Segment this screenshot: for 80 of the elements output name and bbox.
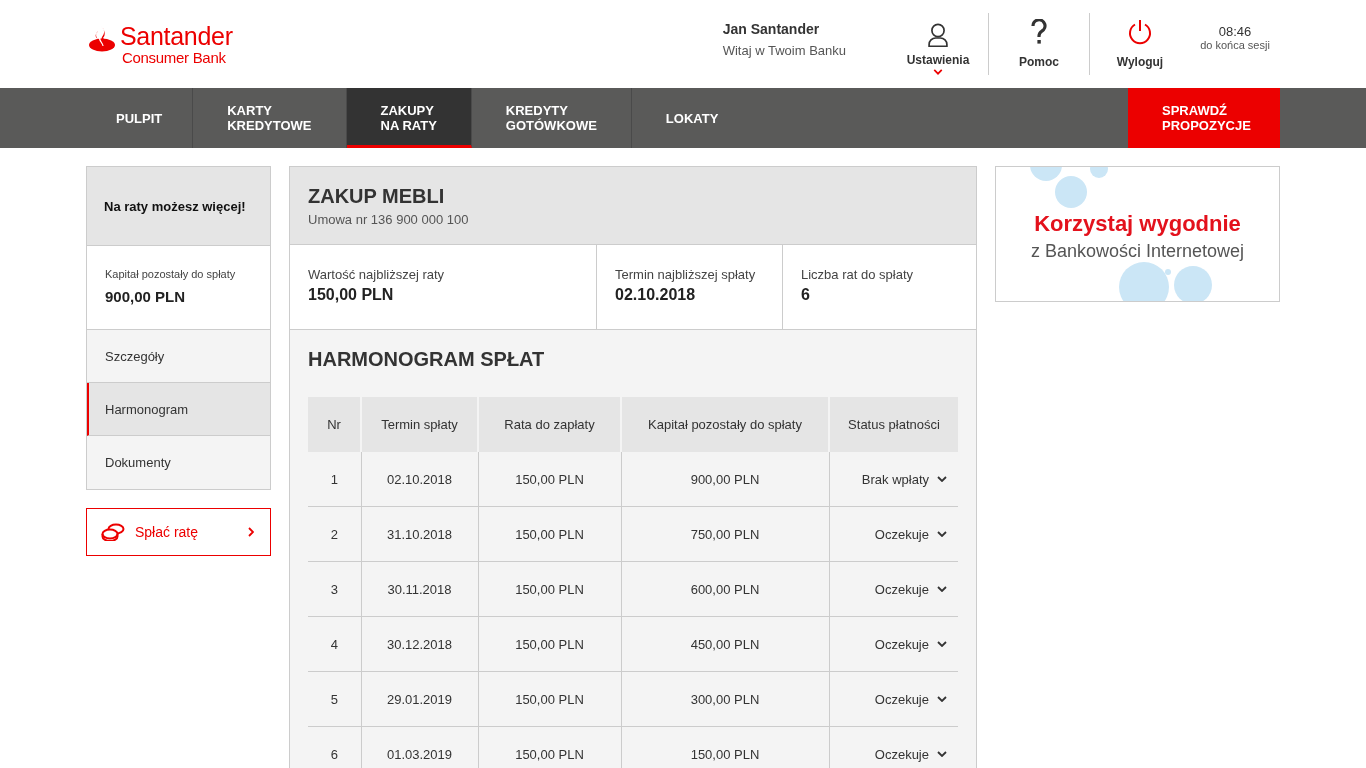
- nav-tab[interactable]: KARTY KREDYTOWE: [193, 88, 347, 148]
- logo-subtitle: Consumer Bank: [122, 48, 227, 66]
- table-cell: 150,00 PLN: [478, 671, 621, 727]
- logout-button[interactable]: Wyloguj: [1090, 13, 1190, 75]
- table-cell: 600,00 PLN: [621, 561, 829, 617]
- help-button[interactable]: Pomoc: [989, 13, 1089, 75]
- table-cell: 150,00 PLN: [478, 506, 621, 562]
- table-cell: 150,00 PLN: [478, 561, 621, 617]
- table-cell: 29.01.2019: [361, 671, 478, 727]
- logo-wordmark: Santander: [120, 22, 233, 49]
- sidebar-item[interactable]: Szczegóły: [87, 330, 270, 383]
- table-cell: 150,00 PLN: [478, 452, 621, 507]
- ad-subline: z Bankowości Internetowej: [1030, 240, 1245, 262]
- contract-title: ZAKUP MEBLI: [308, 185, 446, 208]
- table-cell: 6: [308, 726, 361, 768]
- nav-tab[interactable]: LOKATY: [631, 88, 753, 148]
- nav-tab[interactable]: ZAKUPY NA RATY: [346, 88, 472, 148]
- capital-value: 900,00 PLN: [105, 288, 187, 305]
- stat-value: 6: [801, 286, 811, 304]
- table-cell: 300,00 PLN: [621, 671, 829, 727]
- table-cell: 02.10.2018: [361, 452, 478, 507]
- status-dropdown[interactable]: Oczekuje: [830, 526, 957, 542]
- column-header: Status płatności: [829, 397, 958, 452]
- column-header: Kapitał pozostały do spłaty: [621, 397, 829, 452]
- user-icon: [927, 23, 949, 48]
- nav-tab[interactable]: KREDYTY GOTÓWKOWE: [471, 88, 632, 148]
- table-cell: 150,00 PLN: [478, 726, 621, 768]
- offers-button[interactable]: SPRAWDŹ PROPOZYCJE: [1128, 88, 1280, 148]
- table-cell: 450,00 PLN: [621, 616, 829, 672]
- table-cell: 4: [308, 616, 361, 672]
- nav-tab[interactable]: PULPIT: [86, 88, 194, 148]
- chevron-down-icon: [937, 696, 947, 702]
- status-dropdown[interactable]: Oczekuje: [830, 746, 957, 762]
- capital-label: Kapitał pozostały do spłaty: [105, 268, 237, 280]
- table-cell: 3: [308, 561, 361, 617]
- sidebar-item[interactable]: Dokumenty: [87, 436, 270, 489]
- table-cell: 30.11.2018: [361, 561, 478, 617]
- status-dropdown[interactable]: Oczekuje: [830, 581, 957, 597]
- greeting-text: Witaj w Twoim Banku: [722, 42, 846, 58]
- column-header: Termin spłaty: [361, 397, 478, 452]
- coins-icon: [101, 523, 125, 541]
- table-cell: 5: [308, 671, 361, 727]
- user-name: Jan Santander: [722, 20, 821, 37]
- session-label: do końca sesji: [1200, 38, 1270, 51]
- settings-button[interactable]: Ustawienia: [888, 13, 988, 75]
- power-icon: [1127, 19, 1153, 45]
- column-header: Nr: [308, 397, 361, 452]
- session-time: 08:46: [1218, 23, 1252, 39]
- sidebar-item[interactable]: Harmonogram: [87, 383, 270, 436]
- stat-label: Termin najbliższej spłaty: [615, 267, 757, 282]
- table-cell: 31.10.2018: [361, 506, 478, 562]
- table-cell: 750,00 PLN: [621, 506, 829, 562]
- status-dropdown[interactable]: Oczekuje: [830, 636, 957, 652]
- chevron-down-icon: [937, 751, 947, 757]
- table-cell: 2: [308, 506, 361, 562]
- contract-number: Umowa nr 136 900 000 100: [308, 212, 470, 227]
- stat-value: 150,00 PLN: [308, 286, 395, 304]
- chevron-down-icon: [937, 641, 947, 647]
- table-cell: 150,00 PLN: [478, 616, 621, 672]
- ad-headline: Korzystaj wygodnie: [1034, 210, 1241, 237]
- status-dropdown[interactable]: Oczekuje: [830, 691, 957, 707]
- table-cell: 30.12.2018: [361, 616, 478, 672]
- help-icon: [1031, 19, 1047, 45]
- chevron-down-icon: [937, 531, 947, 537]
- stat-label: Liczba rat do spłaty: [801, 267, 914, 282]
- stat-value: 02.10.2018: [615, 286, 697, 304]
- ad-banner[interactable]: Korzystaj wygodnie z Bankowości Internetowej: [995, 166, 1280, 302]
- table-cell: 1: [308, 452, 361, 507]
- table-cell: 900,00 PLN: [621, 452, 829, 507]
- promo-heading: Na raty możesz więcej!: [87, 167, 270, 246]
- chevron-right-icon: [248, 527, 254, 537]
- chevron-down-icon: [937, 586, 947, 592]
- stat-label: Wartość najbliższej raty: [308, 267, 446, 282]
- status-dropdown[interactable]: Brak wpłaty: [830, 471, 957, 487]
- pay-installment-button[interactable]: Spłać ratę: [86, 508, 271, 556]
- table-cell: 01.03.2019: [361, 726, 478, 768]
- table-cell: 150,00 PLN: [621, 726, 829, 768]
- column-header: Rata do zapłaty: [478, 397, 621, 452]
- schedule-heading: HARMONOGRAM SPŁAT: [308, 348, 546, 371]
- chevron-down-icon: [937, 476, 947, 482]
